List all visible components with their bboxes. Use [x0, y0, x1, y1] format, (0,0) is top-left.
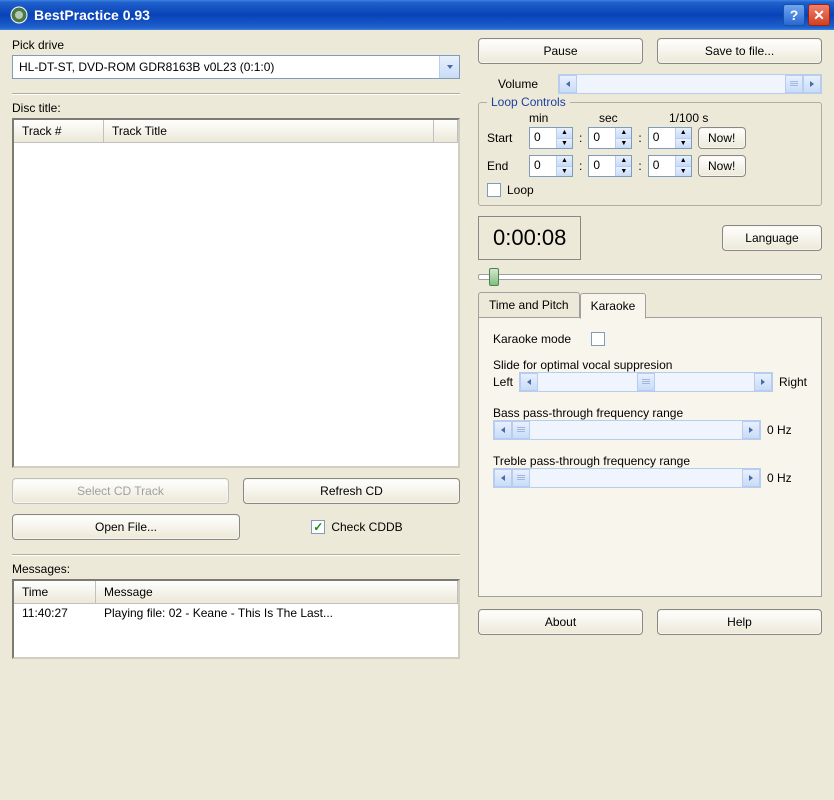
spinner-up-icon[interactable]: ▲ [556, 128, 572, 139]
treble-slider[interactable] [493, 468, 761, 488]
help-button-footer[interactable]: Help [657, 609, 822, 635]
messages-listview[interactable]: Time Message 11:40:27 Playing file: 02 -… [12, 579, 460, 659]
tab-karaoke[interactable]: Karaoke [580, 293, 647, 319]
list-item[interactable]: 11:40:27 Playing file: 02 - Keane - This… [14, 604, 458, 622]
arrow-right-icon[interactable] [803, 75, 821, 93]
treble-value: 0 Hz [767, 471, 807, 485]
app-icon [10, 6, 28, 24]
arrow-right-icon[interactable] [754, 373, 772, 391]
time-display: 0:00:08 [478, 216, 581, 260]
msg-message-header[interactable]: Message [96, 581, 458, 603]
help-button[interactable]: ? [783, 4, 805, 26]
drive-combo[interactable]: HL-DT-ST, DVD-ROM GDR8163B v0L23 (0:1:0) [12, 55, 460, 79]
volume-thumb[interactable] [785, 75, 803, 93]
spinner-up-icon[interactable]: ▲ [556, 156, 572, 167]
messages-label: Messages: [12, 562, 460, 576]
track-title-header[interactable]: Track Title [104, 120, 434, 142]
karaoke-mode-checkbox[interactable] [591, 332, 605, 346]
pick-drive-label: Pick drive [12, 38, 460, 52]
hundredth-label: 1/100 s [669, 111, 719, 125]
save-to-file-button[interactable]: Save to file... [657, 38, 822, 64]
treble-label: Treble pass-through frequency range [493, 454, 807, 468]
arrow-left-icon[interactable] [494, 469, 512, 487]
msg-text-value: Playing file: 02 - Keane - This Is The L… [96, 606, 458, 620]
bass-slider[interactable] [493, 420, 761, 440]
open-file-button[interactable]: Open File... [12, 514, 240, 540]
spinner-up-icon[interactable]: ▲ [675, 128, 691, 139]
loop-controls-group: Loop Controls min sec 1/100 s Start 0▲▼ … [478, 102, 822, 206]
volume-label: Volume [498, 77, 548, 91]
select-cd-track-button: Select CD Track [12, 478, 229, 504]
start-label: Start [487, 131, 523, 145]
start-now-button[interactable]: Now! [698, 127, 746, 149]
position-thumb[interactable] [489, 268, 499, 286]
tab-time-and-pitch[interactable]: Time and Pitch [478, 292, 580, 317]
karaoke-mode-label: Karaoke mode [493, 332, 571, 346]
pause-button[interactable]: Pause [478, 38, 643, 64]
spinner-down-icon[interactable]: ▼ [675, 167, 691, 177]
karaoke-panel: Karaoke mode Slide for optimal vocal sup… [478, 317, 822, 597]
arrow-right-icon[interactable] [742, 469, 760, 487]
slider-thumb[interactable] [512, 469, 530, 487]
close-button[interactable]: ✕ [808, 4, 830, 26]
refresh-cd-button[interactable]: Refresh CD [243, 478, 460, 504]
end-hs-spinner[interactable]: 0▲▼ [648, 155, 692, 177]
loop-checkbox[interactable] [487, 183, 501, 197]
right-label: Right [779, 375, 807, 389]
end-label: End [487, 159, 523, 173]
track-listview[interactable]: Track # Track Title [12, 118, 460, 468]
start-sec-spinner[interactable]: 0▲▼ [588, 127, 632, 149]
start-hs-spinner[interactable]: 0▲▼ [648, 127, 692, 149]
check-cddb-label: Check CDDB [331, 520, 402, 534]
slider-thumb[interactable] [637, 373, 655, 391]
arrow-left-icon[interactable] [520, 373, 538, 391]
min-label: min [529, 111, 579, 125]
vocal-suppression-slider[interactable] [519, 372, 773, 392]
track-num-header[interactable]: Track # [14, 120, 104, 142]
end-now-button[interactable]: Now! [698, 155, 746, 177]
loop-checkbox-label: Loop [507, 183, 534, 197]
sec-label: sec [599, 111, 649, 125]
spinner-down-icon[interactable]: ▼ [615, 167, 631, 177]
arrow-left-icon[interactable] [559, 75, 577, 93]
window-title: BestPractice 0.93 [34, 7, 783, 23]
slide-label: Slide for optimal vocal suppresion [493, 358, 807, 372]
position-slider[interactable] [478, 274, 822, 280]
spinner-up-icon[interactable]: ▲ [615, 156, 631, 167]
titlebar[interactable]: BestPractice 0.93 ? ✕ [0, 0, 834, 30]
loop-controls-legend: Loop Controls [487, 95, 570, 109]
spinner-up-icon[interactable]: ▲ [615, 128, 631, 139]
slider-thumb[interactable] [512, 421, 530, 439]
arrow-left-icon[interactable] [494, 421, 512, 439]
spinner-down-icon[interactable]: ▼ [556, 139, 572, 149]
msg-time-header[interactable]: Time [14, 581, 96, 603]
track-header-spacer [434, 120, 458, 142]
disc-title-label: Disc title: [12, 101, 460, 115]
check-cddb-checkbox[interactable] [311, 520, 325, 534]
language-button[interactable]: Language [722, 225, 822, 251]
drive-combo-value: HL-DT-ST, DVD-ROM GDR8163B v0L23 (0:1:0) [13, 60, 439, 74]
left-label: Left [493, 375, 513, 389]
start-min-spinner[interactable]: 0▲▼ [529, 127, 573, 149]
bass-value: 0 Hz [767, 423, 807, 437]
bass-label: Bass pass-through frequency range [493, 406, 807, 420]
spinner-down-icon[interactable]: ▼ [615, 139, 631, 149]
spinner-down-icon[interactable]: ▼ [556, 167, 572, 177]
chevron-down-icon[interactable] [439, 56, 459, 78]
end-sec-spinner[interactable]: 0▲▼ [588, 155, 632, 177]
spinner-down-icon[interactable]: ▼ [675, 139, 691, 149]
arrow-right-icon[interactable] [742, 421, 760, 439]
spinner-up-icon[interactable]: ▲ [675, 156, 691, 167]
volume-slider[interactable] [558, 74, 822, 94]
end-min-spinner[interactable]: 0▲▼ [529, 155, 573, 177]
about-button[interactable]: About [478, 609, 643, 635]
msg-time-value: 11:40:27 [14, 606, 96, 620]
